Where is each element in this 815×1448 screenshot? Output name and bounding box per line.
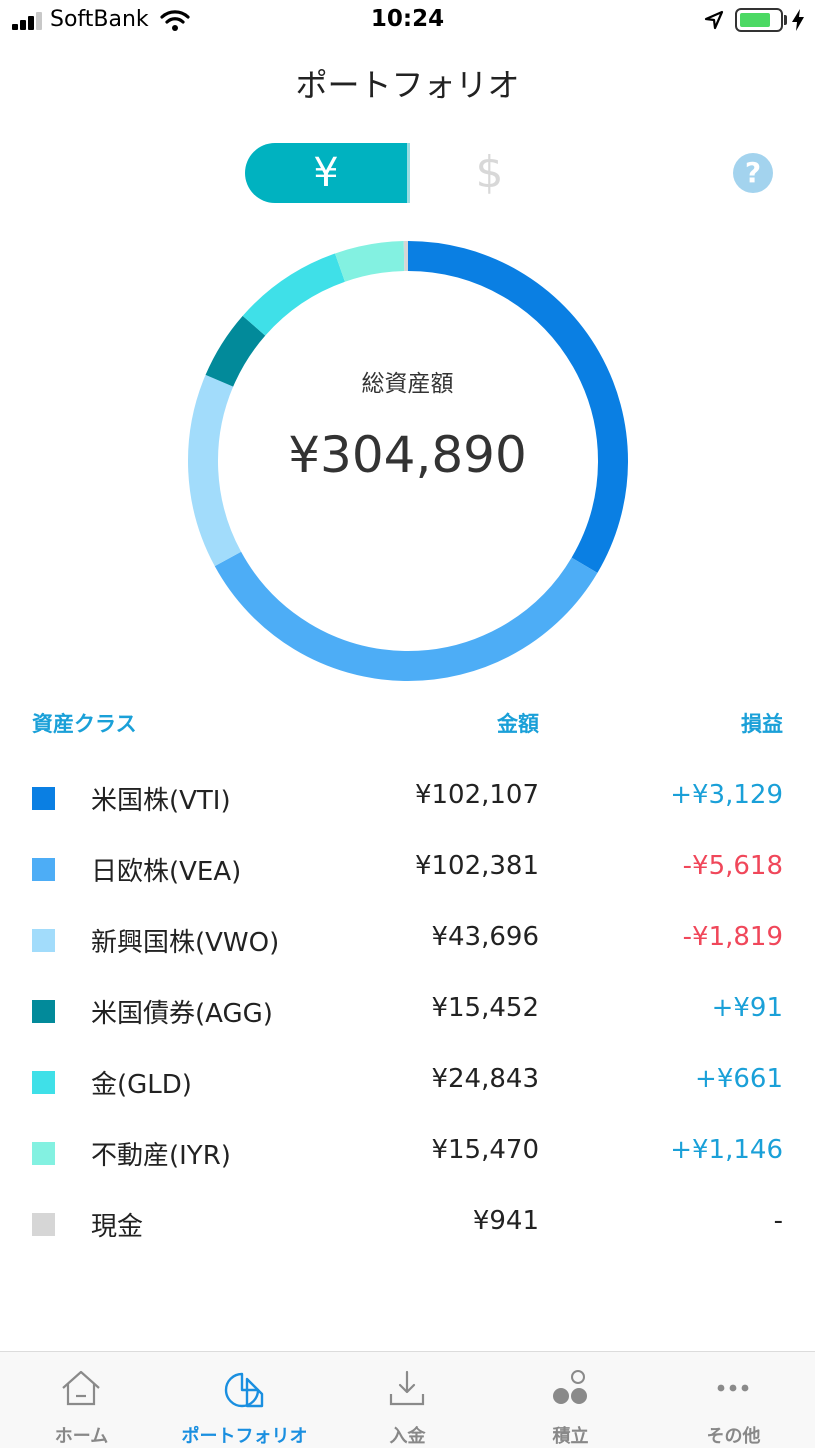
donut-slice-vea [214,551,598,681]
more-icon [717,1384,749,1392]
status-time: 10:24 [370,6,445,32]
legend-swatch [32,1142,55,1165]
legend-swatch [32,1000,55,1023]
asset-row-vwo[interactable]: 新興国株(VWO) ¥43,696 -¥1,819 [0,905,815,976]
table-header: 資産クラス 金額 損益 [0,708,815,742]
header-profit: 損益 [741,712,783,736]
currency-usd-button[interactable]: $ [410,143,569,203]
legend-swatch [32,929,55,952]
tab-portfolio[interactable]: ポートフォリオ [163,1352,326,1448]
asset-row-vea[interactable]: 日欧株(VEA) ¥102,381 -¥5,618 [0,834,815,905]
asset-amount: ¥941 [472,1206,539,1236]
asset-amount: ¥15,470 [431,1135,539,1165]
total-assets-label: 総資産額 [361,371,454,397]
asset-name: 日欧株(VEA) [91,857,242,887]
legend-swatch [32,1213,55,1236]
asset-profit: +¥91 [711,993,783,1023]
asset-profit: +¥3,129 [670,780,783,810]
asset-name: 米国株(VTI) [91,786,231,816]
asset-row-gld[interactable]: 金(GLD) ¥24,843 +¥661 [0,1047,815,1118]
tab-label: 積立 [552,1426,589,1447]
tab-home[interactable]: ホーム [0,1352,163,1448]
asset-profit: - [773,1206,783,1236]
tab-savings[interactable]: 積立 [489,1352,652,1448]
donut-slice-iyr [335,241,405,282]
charging-bolt-icon [792,9,804,31]
asset-profit: +¥661 [695,1064,783,1094]
pie-chart-icon [224,1372,264,1408]
header-amount: 金額 [497,712,539,736]
asset-amount: ¥43,696 [431,922,539,952]
savings-icon [553,1370,587,1404]
asset-row-cash[interactable]: 現金 ¥941 - [0,1189,815,1260]
asset-name: 現金 [91,1212,144,1242]
page-title: ポートフォリオ [295,66,520,104]
legend-swatch [32,858,55,881]
tab-label: ポートフォリオ [181,1426,308,1447]
legend-swatch [32,787,55,810]
tab-label: ホーム [54,1426,109,1447]
tab-bar: ホーム ポートフォリオ 入金 積立 その他 [0,1351,815,1448]
asset-profit: -¥5,618 [682,851,783,881]
asset-profit: +¥1,146 [670,1135,783,1165]
asset-name: 金(GLD) [91,1070,192,1100]
asset-name: 新興国株(VWO) [91,928,280,958]
tab-deposit[interactable]: 入金 [326,1352,489,1448]
legend-swatch [32,1071,55,1094]
asset-amount: ¥102,381 [414,851,539,881]
location-arrow-icon [704,10,724,30]
asset-amount: ¥24,843 [431,1064,539,1094]
battery-icon [735,8,783,32]
asset-name: 不動産(IYR) [91,1141,231,1171]
currency-yen-button[interactable]: ¥ [245,143,407,203]
asset-amount: ¥102,107 [414,780,539,810]
donut-slice-vti [407,241,628,573]
currency-toggle: ¥ $ [245,143,569,203]
asset-list: 米国株(VTI) ¥102,107 +¥3,129 日欧株(VEA) ¥102,… [0,763,815,1260]
header-asset-class: 資産クラス [32,712,137,736]
battery-tip [784,15,787,25]
asset-name: 米国債券(AGG) [91,999,273,1029]
total-assets-value: ¥304,890 [288,426,527,484]
tab-label: その他 [706,1426,761,1447]
asset-row-iyr[interactable]: 不動産(IYR) ¥15,470 +¥1,146 [0,1118,815,1189]
deposit-icon [389,1370,425,1406]
tab-more[interactable]: その他 [652,1352,815,1448]
asset-row-vti[interactable]: 米国株(VTI) ¥102,107 +¥3,129 [0,763,815,834]
asset-profit: -¥1,819 [682,922,783,952]
donut-slice-gld [242,253,346,336]
status-bar: SoftBank 10:24 [0,0,815,40]
tab-label: 入金 [389,1426,426,1447]
help-button[interactable]: ? [733,153,773,193]
asset-row-agg[interactable]: 米国債券(AGG) ¥15,452 +¥91 [0,976,815,1047]
home-icon [62,1370,100,1406]
asset-amount: ¥15,452 [431,993,539,1023]
